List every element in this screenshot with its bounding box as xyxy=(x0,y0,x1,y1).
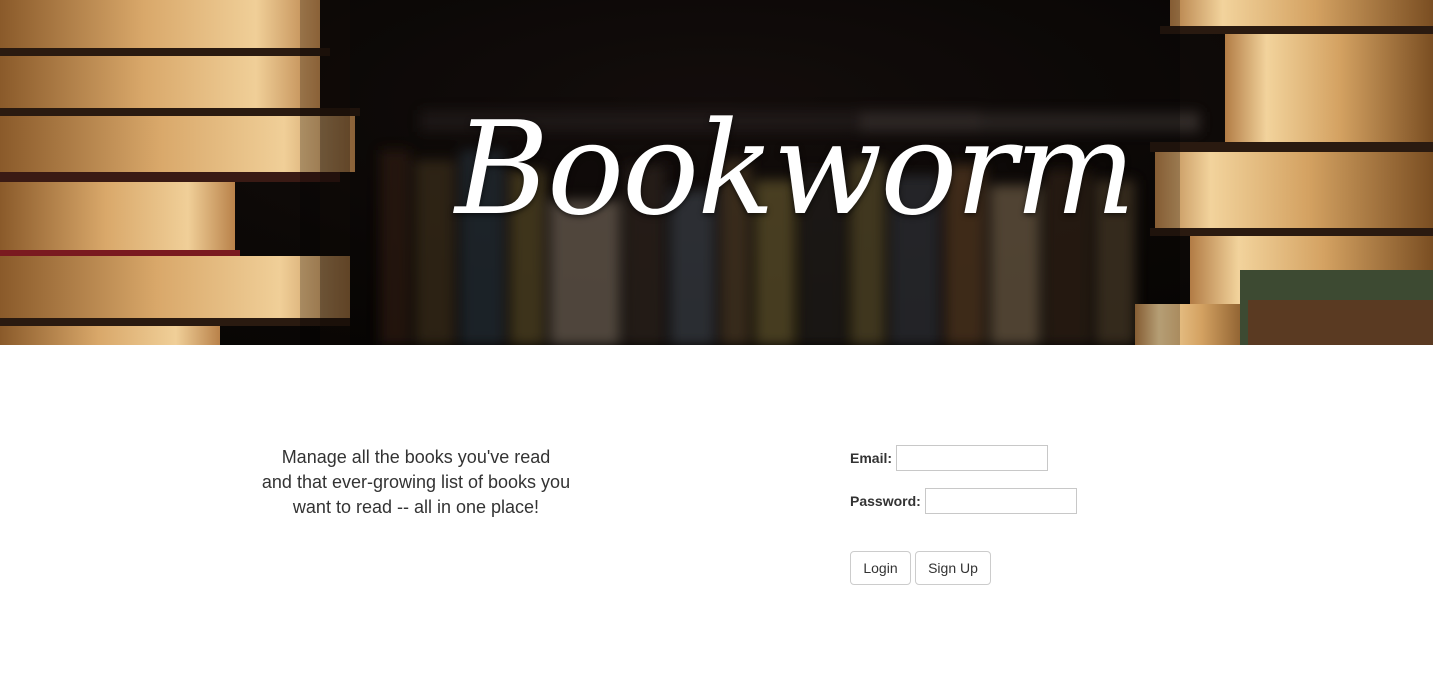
intro-text: Manage all the books you've read and tha… xyxy=(240,445,592,520)
sign-up-button[interactable]: Sign Up xyxy=(915,551,991,585)
site-title: Bookworm xyxy=(455,95,1136,244)
login-button[interactable]: Login xyxy=(850,551,911,585)
intro-line: and that ever-growing list of books you xyxy=(261,472,571,492)
intro-line: want to read -- all in one place! xyxy=(292,497,540,517)
intro-line: Manage all the books you've read xyxy=(281,447,551,467)
login-form: Email: Password: Login Sign Up xyxy=(850,444,1150,594)
password-field[interactable] xyxy=(924,488,1077,514)
email-field[interactable] xyxy=(896,445,1049,471)
hero-banner: Bookworm xyxy=(0,0,1433,345)
password-row: Password: xyxy=(850,488,1077,514)
email-label: Email: xyxy=(850,450,893,466)
email-row: Email: xyxy=(850,445,1049,471)
password-label: Password: xyxy=(850,493,921,509)
